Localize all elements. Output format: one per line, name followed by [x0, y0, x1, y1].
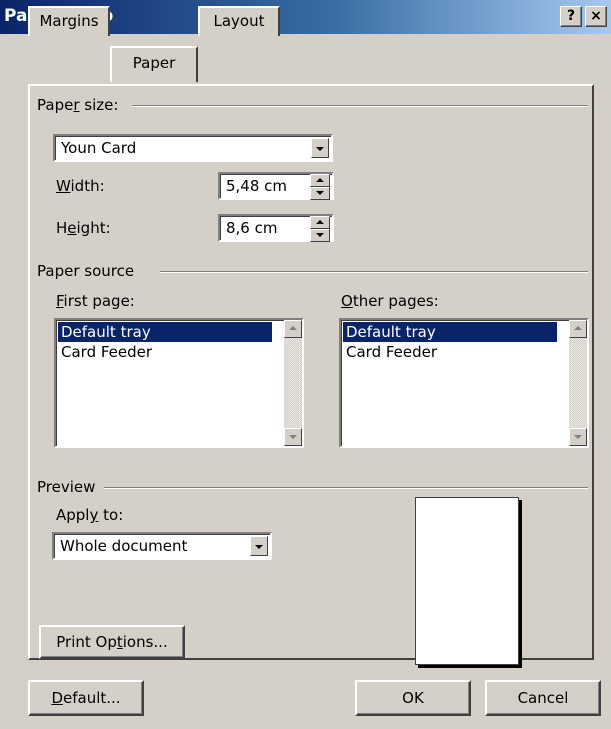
- first-page-label: First page:: [56, 292, 135, 310]
- other-pages-scrollbar[interactable]: [569, 320, 587, 446]
- other-pages-list[interactable]: Default tray Card Feeder: [339, 318, 589, 448]
- page-preview: [415, 497, 519, 665]
- paper-size-value: Youn Card: [61, 139, 137, 157]
- cancel-button[interactable]: Cancel: [485, 680, 601, 716]
- default-button[interactable]: Default...: [28, 680, 144, 716]
- width-field[interactable]: 5,48 cm: [218, 172, 334, 200]
- height-value: 8,6 cm: [226, 219, 278, 237]
- tab-layout[interactable]: Layout: [198, 6, 280, 36]
- tab-paper[interactable]: Paper: [110, 46, 198, 82]
- paper-source-divider: [160, 271, 588, 273]
- width-label: Width:: [56, 177, 105, 195]
- close-button[interactable]: ×: [585, 6, 607, 27]
- print-options-button[interactable]: Print Options...: [39, 625, 185, 659]
- spin-down-icon[interactable]: [310, 229, 330, 242]
- scroll-down-icon[interactable]: [569, 428, 587, 446]
- scroll-down-icon[interactable]: [284, 428, 302, 446]
- spin-up-icon[interactable]: [310, 174, 330, 187]
- list-item[interactable]: Default tray: [343, 322, 557, 342]
- apply-to-label: Apply to:: [56, 506, 124, 524]
- tab-margins[interactable]: Margins: [28, 6, 110, 36]
- paper-size-divider: [132, 105, 588, 107]
- scroll-up-icon[interactable]: [569, 320, 587, 338]
- list-item[interactable]: Card Feeder: [58, 342, 272, 362]
- ok-button[interactable]: OK: [355, 680, 471, 716]
- preview-divider: [104, 487, 588, 489]
- other-pages-label: Other pages:: [341, 292, 439, 310]
- height-label: Height:: [56, 219, 111, 237]
- list-item[interactable]: Card Feeder: [343, 342, 557, 362]
- chevron-down-icon[interactable]: [311, 138, 329, 158]
- help-button[interactable]: ?: [560, 6, 582, 27]
- first-page-list[interactable]: Default tray Card Feeder: [54, 318, 304, 448]
- width-spinner[interactable]: [310, 174, 330, 200]
- spin-up-icon[interactable]: [310, 216, 330, 229]
- height-spinner[interactable]: [310, 216, 330, 242]
- apply-to-select[interactable]: Whole document: [52, 532, 272, 560]
- paper-source-group-label: Paper source: [37, 262, 135, 280]
- list-item[interactable]: Default tray: [58, 322, 272, 342]
- spin-down-icon[interactable]: [310, 187, 330, 200]
- paper-size-select[interactable]: Youn Card: [53, 134, 333, 162]
- paper-size-group-label: Paper size:: [37, 96, 119, 114]
- scroll-up-icon[interactable]: [284, 320, 302, 338]
- preview-group-label: Preview: [37, 478, 96, 496]
- first-page-scrollbar[interactable]: [284, 320, 302, 446]
- page-setup-dialog: Page Setup ? × Margins Paper Layout Pape…: [0, 0, 611, 729]
- apply-to-value: Whole document: [60, 537, 188, 555]
- width-value: 5,48 cm: [226, 177, 288, 195]
- height-field[interactable]: 8,6 cm: [218, 214, 334, 242]
- chevron-down-icon[interactable]: [250, 536, 268, 556]
